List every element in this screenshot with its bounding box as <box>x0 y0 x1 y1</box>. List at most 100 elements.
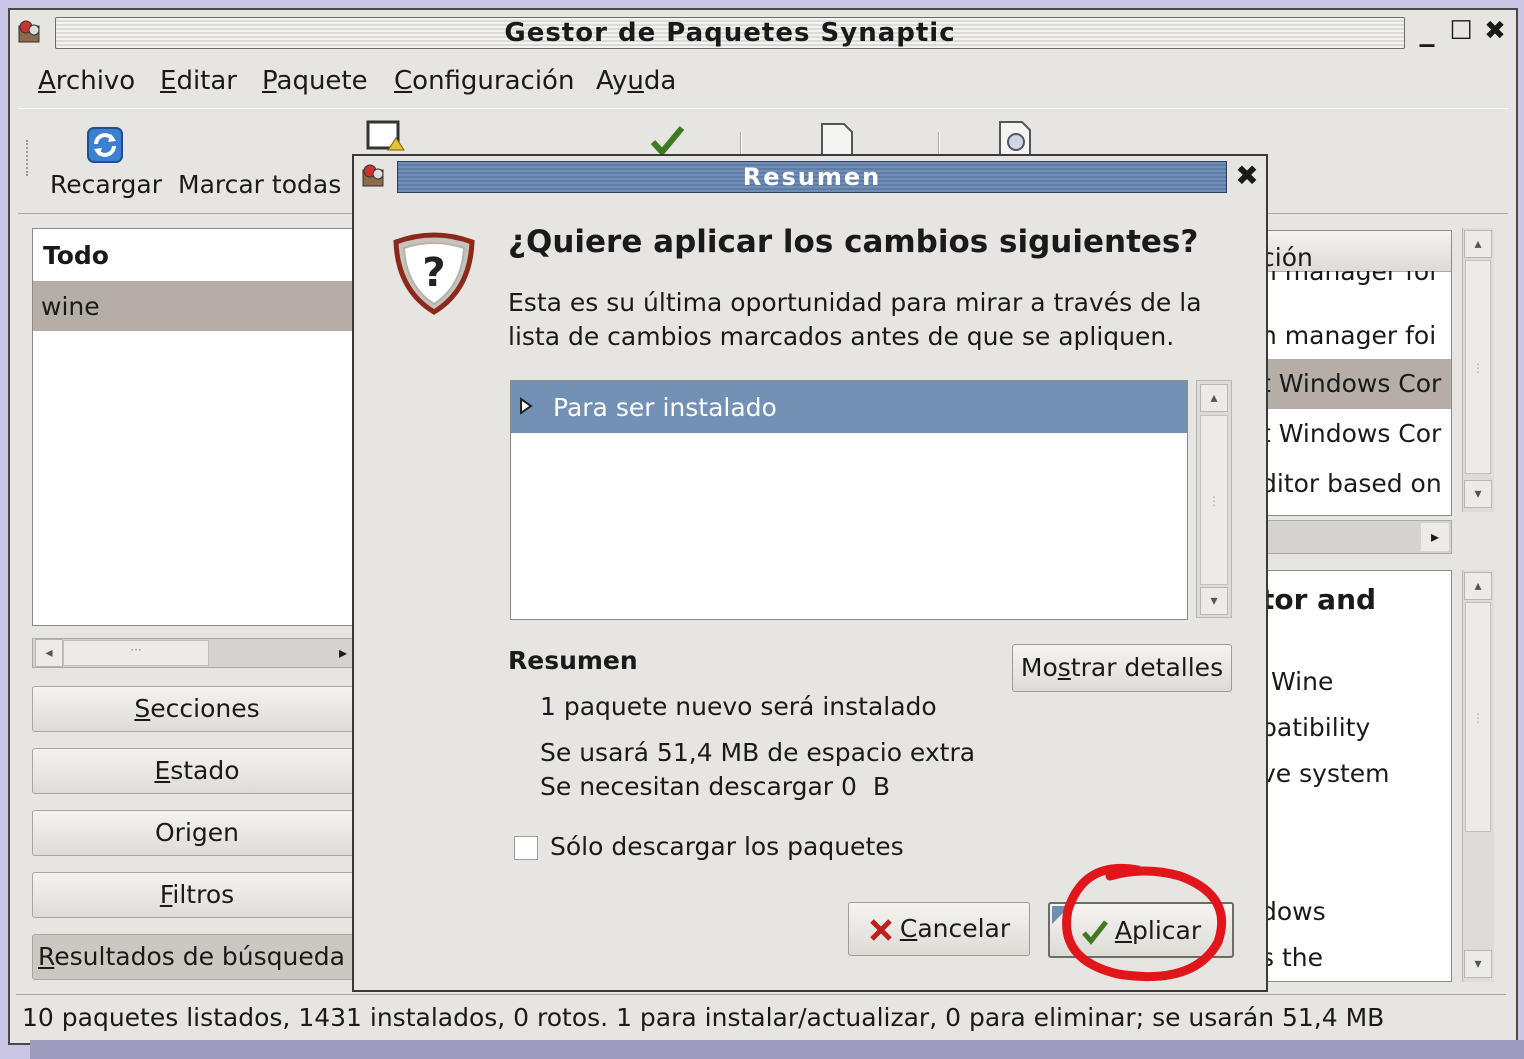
cancel-x-icon <box>870 919 892 941</box>
menu-label: onfiguración <box>412 66 575 96</box>
search-icon[interactable] <box>996 120 1036 156</box>
menu-paquete[interactable]: Paquete <box>262 66 368 96</box>
reload-label: Recargar <box>50 170 162 199</box>
scrollbar-thumb[interactable]: ⋮ <box>1200 415 1228 585</box>
download-only-label[interactable]: Sólo descargar los paquetes <box>550 832 904 861</box>
toolbar-grip[interactable] <box>26 140 34 176</box>
scroll-down-arrow[interactable]: ▾ <box>1464 950 1492 978</box>
tree-row-label: Para ser instalado <box>553 393 777 422</box>
mark-upgrades-icon <box>366 120 405 151</box>
changes-tree-scrollbar[interactable]: ▴ ⋮ ▾ <box>1196 380 1232 618</box>
status-bar: 10 paquetes listados, 1431 instalados, 0… <box>16 994 1506 1039</box>
apply-checkmark-icon[interactable] <box>650 124 686 156</box>
mnemonic: R <box>38 942 55 971</box>
package-list-vertical-scrollbar[interactable]: ▴ ⋮ ▾ <box>1462 228 1494 512</box>
highlight-circle-annotation <box>1062 863 1227 982</box>
dialog-close-button[interactable]: ✖ <box>1232 158 1262 194</box>
synaptic-app-icon[interactable] <box>16 18 44 46</box>
window-shadow <box>30 1040 1524 1059</box>
description-line: Wine <box>1271 667 1334 696</box>
mnemonic: C <box>899 914 918 943</box>
status-text: 10 paquetes listados, 1431 instalados, 0… <box>22 1003 1385 1032</box>
scroll-up-arrow[interactable]: ▴ <box>1464 572 1492 600</box>
button-label: ecciones <box>150 694 260 723</box>
package-row-text: ditor based on <box>1261 469 1442 498</box>
expander-arrow-icon[interactable] <box>519 397 533 415</box>
mark-all-label: Marcar todas <box>178 170 342 199</box>
button-label: Mo <box>1020 653 1058 682</box>
menu-label: ditar <box>176 66 237 96</box>
button-label: ancelar <box>917 914 1011 943</box>
show-details-button[interactable]: Mostrar detalles <box>1012 644 1232 692</box>
dialog-explanation-line1: Esta es su última oportunidad para mirar… <box>508 288 1202 317</box>
summary-heading: Resumen <box>508 646 638 675</box>
scroll-left-arrow[interactable]: ◂ <box>35 639 63 667</box>
filter-list: Todo wine <box>32 228 362 626</box>
filter-list-header: Todo <box>33 229 361 282</box>
filter-list-header-label: Todo <box>43 241 109 270</box>
window-title: Gestor de Paquetes Synaptic <box>55 17 1405 49</box>
menu-label: aquete <box>276 66 368 96</box>
package-row-text: t Windows Cor <box>1261 369 1442 398</box>
scroll-down-arrow[interactable]: ▾ <box>1464 480 1492 508</box>
synaptic-app-icon[interactable] <box>360 162 388 190</box>
mnemonic: F <box>159 880 173 909</box>
question-icon: ? <box>393 232 475 315</box>
menu-editar[interactable]: Editar <box>160 66 237 96</box>
menu-label: rchivo <box>55 66 136 96</box>
menu-configuracion[interactable]: Configuración <box>394 66 574 96</box>
button-label: iltros <box>172 880 235 909</box>
changes-tree: Para ser instalado <box>510 380 1188 620</box>
tree-row-to-install[interactable]: Para ser instalado <box>511 381 1187 433</box>
summary-line: 1 paquete nuevo será instalado <box>540 692 937 721</box>
title-bar[interactable]: Gestor de Paquetes Synaptic _ ☐ ✖ <box>10 12 1516 54</box>
button-label: trar detalles <box>1070 653 1224 682</box>
package-row-text: t Windows Cor <box>1261 419 1442 448</box>
menubar: Archivo Editar Paquete Configuración Ayu… <box>38 66 1438 100</box>
reload-button[interactable]: Recargar <box>46 120 168 204</box>
mnemonic: s <box>1057 653 1071 682</box>
svg-text:?: ? <box>422 250 445 296</box>
description-heading: tor and <box>1261 583 1377 616</box>
download-only-checkbox[interactable] <box>514 836 538 860</box>
left-horizontal-scrollbar[interactable]: ◂ ··· ▸ <box>32 638 356 668</box>
scroll-up-arrow[interactable]: ▴ <box>1464 230 1492 258</box>
scroll-right-arrow[interactable]: ▸ <box>1421 523 1449 551</box>
filter-list-item-wine[interactable]: wine <box>33 281 361 331</box>
dialog-question: ¿Quiere aplicar los cambios siguientes? <box>508 224 1199 260</box>
summary-line: Se necesitan descargar 0 B <box>540 772 890 801</box>
scroll-up-arrow[interactable]: ▴ <box>1200 384 1228 412</box>
filter-list-item-label: wine <box>41 292 100 321</box>
filters-button[interactable]: Filtros <box>32 872 362 918</box>
dialog-title[interactable]: Resumen <box>397 161 1227 193</box>
package-row-text: n manager foi <box>1261 271 1437 286</box>
scrollbar-thumb[interactable]: ⋮ <box>1465 602 1491 832</box>
mnemonic: C <box>394 66 413 96</box>
button-label: esultados de búsqueda <box>54 942 345 971</box>
menu-label: Ay <box>596 66 628 96</box>
description-line: dows <box>1261 897 1326 926</box>
mnemonic: E <box>160 66 177 96</box>
scroll-down-arrow[interactable]: ▾ <box>1200 587 1228 615</box>
menu-ayuda[interactable]: Ayuda <box>596 66 676 96</box>
maximize-button[interactable]: ☐ <box>1446 14 1476 48</box>
dialog-explanation-line2: lista de cambios marcados antes de que s… <box>508 322 1175 351</box>
sections-button[interactable]: Secciones <box>32 686 362 732</box>
origin-button[interactable]: Origen <box>32 810 362 856</box>
mark-all-upgrades-button[interactable]: Marcar todas <box>176 120 405 204</box>
mnemonic: u <box>627 66 644 96</box>
button-label: stado <box>170 756 240 785</box>
close-button[interactable]: ✖ <box>1480 14 1510 48</box>
search-results-button[interactable]: Resultados de búsqueda <box>32 934 362 980</box>
scrollbar-thumb[interactable]: ··· <box>63 640 209 666</box>
description-column-header: ción <box>1261 243 1313 272</box>
mnemonic: P <box>262 66 277 96</box>
description-line: s the <box>1261 943 1323 972</box>
scrollbar-thumb[interactable]: ⋮ <box>1465 260 1491 474</box>
status-button[interactable]: Estado <box>32 748 362 794</box>
description-vertical-scrollbar[interactable]: ▴ ⋮ ▾ <box>1462 570 1494 982</box>
cancel-button[interactable]: Cancelar <box>848 902 1030 956</box>
properties-icon[interactable] <box>818 122 858 158</box>
minimize-button[interactable]: _ <box>1412 14 1442 48</box>
menu-archivo[interactable]: Archivo <box>38 66 135 96</box>
